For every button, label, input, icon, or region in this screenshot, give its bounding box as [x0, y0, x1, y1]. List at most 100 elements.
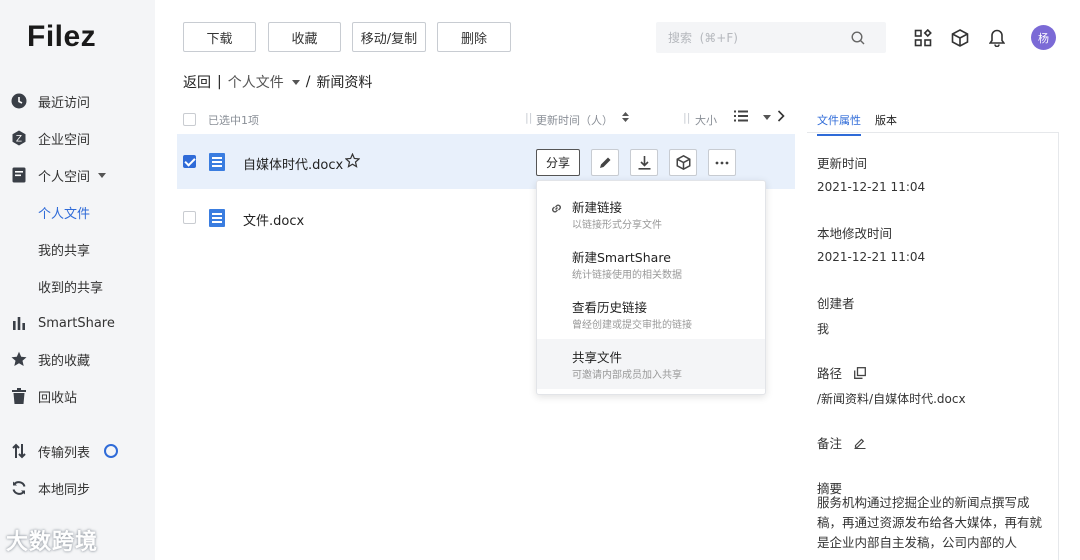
menu-item-title: 新建链接 — [572, 200, 623, 215]
sidebar-item-label: 收到的共享 — [38, 280, 104, 296]
breadcrumb: 返回 | 个人文件 / 新闻资料 — [183, 72, 378, 92]
menu-item-share-file[interactable]: 共享文件 可邀请内部成员加入共享 — [537, 339, 765, 389]
list-view-icon[interactable] — [734, 110, 748, 125]
sidebar-item-label: 我的共享 — [38, 243, 91, 259]
sidebar-item-personal-files[interactable]: 个人文件 — [0, 195, 155, 229]
trash-icon — [10, 387, 28, 405]
enterprise-icon: Z — [10, 129, 28, 147]
sidebar-item-label: 个人文件 — [38, 206, 91, 222]
share-dropdown-menu: 新建链接 以链接形式分享文件 新建SmartShare 统计链接使用的相关数据 … — [536, 180, 766, 395]
menu-item-title: 共享文件 — [572, 350, 623, 365]
menu-item-desc: 曾经创建或提交审批的链接 — [572, 320, 692, 331]
file-properties-panel: 文件属性 版本 更新时间 2021-12-21 11:04 本地修改时间 202… — [807, 100, 1080, 560]
chevron-down-icon[interactable] — [763, 115, 771, 120]
app-logo: Filez — [27, 20, 97, 53]
share-button[interactable]: 分享 — [536, 149, 580, 176]
sidebar-item-smartshare[interactable]: SmartShare — [0, 306, 155, 340]
transfer-icon — [10, 442, 28, 460]
edit-pencil-icon[interactable] — [854, 437, 866, 449]
svg-text:Z: Z — [16, 135, 22, 145]
column-divider: || — [525, 111, 533, 124]
docx-file-icon — [209, 153, 225, 171]
sidebar-item-transfer-list[interactable]: 传输列表 — [0, 434, 155, 468]
sidebar-item-label: 回收站 — [38, 390, 78, 406]
docx-file-icon — [209, 209, 225, 227]
pencil-icon — [599, 156, 612, 169]
column-divider: || — [683, 111, 691, 124]
chevron-down-icon[interactable] — [291, 79, 300, 85]
bell-icon[interactable] — [986, 27, 1008, 49]
download-icon — [638, 155, 651, 170]
sidebar-item-personal-space[interactable]: 个人空间 — [0, 158, 155, 192]
creator-label: 创建者 — [817, 296, 855, 311]
copy-icon[interactable] — [854, 366, 866, 379]
menu-item-new-link[interactable]: 新建链接 以链接形式分享文件 — [537, 189, 765, 239]
more-dots-icon — [715, 161, 729, 165]
sidebar-item-recycle-bin[interactable]: 回收站 — [0, 379, 155, 413]
delete-button[interactable]: 删除 — [437, 22, 511, 52]
search-box — [656, 22, 886, 53]
local-modified-value: 2021-12-21 11:04 — [817, 250, 926, 264]
download-file-button[interactable] — [630, 149, 658, 176]
divider — [1058, 132, 1059, 560]
download-button[interactable]: 下载 — [183, 22, 256, 52]
menu-item-new-smartshare[interactable]: 新建SmartShare 统计链接使用的相关数据 — [537, 239, 765, 289]
clock-icon — [10, 92, 28, 110]
sidebar-item-label: 传输列表 — [38, 445, 91, 461]
sidebar-item-received-shares[interactable]: 收到的共享 — [0, 269, 155, 303]
sidebar-item-label: SmartShare — [38, 315, 115, 331]
breadcrumb-separator: | — [217, 74, 222, 90]
sidebar-item-label: 个人空间 — [38, 169, 91, 185]
favorite-button[interactable]: 收藏 — [268, 22, 341, 52]
breadcrumb-parent[interactable]: 个人文件 — [228, 72, 284, 92]
menu-item-view-history-links[interactable]: 查看历史链接 曾经创建或提交审批的链接 — [537, 289, 765, 339]
sort-icon[interactable] — [622, 112, 629, 125]
move-copy-button[interactable]: 移动/复制 — [352, 22, 426, 52]
path-value: /新闻资料/自媒体时代.docx — [817, 392, 966, 406]
sidebar-item-local-sync[interactable]: 本地同步 — [0, 471, 155, 505]
row-checkbox[interactable] — [183, 211, 196, 224]
creator-value: 我 — [817, 322, 830, 336]
edit-button[interactable] — [591, 149, 619, 176]
row-checkbox[interactable] — [183, 155, 196, 168]
star-outline-icon[interactable] — [344, 152, 361, 172]
package-file-button[interactable] — [669, 149, 697, 176]
package-icon[interactable] — [949, 27, 971, 49]
apps-grid-icon[interactable] — [912, 27, 934, 49]
search-icon[interactable] — [851, 30, 865, 45]
avatar[interactable]: 杨 — [1031, 25, 1056, 50]
package-icon — [676, 155, 691, 170]
sidebar-item-recent[interactable]: 最近访问 — [0, 84, 155, 118]
menu-item-desc: 可邀请内部成员加入共享 — [572, 370, 682, 381]
file-name[interactable]: 自媒体时代.docx — [243, 154, 343, 173]
summary-text: 服务机构通过挖掘企业的新闻点撰写成稿，再通过资源发布给各大媒体，再有就是企业内部… — [817, 495, 1043, 550]
updated-time-value: 2021-12-21 11:04 — [817, 180, 926, 194]
breadcrumb-slash: / — [305, 74, 311, 90]
search-input[interactable] — [656, 30, 851, 45]
note-label: 备注 — [817, 436, 843, 451]
sidebar-item-my-shares[interactable]: 我的共享 — [0, 232, 155, 266]
column-updated[interactable]: 更新时间（人） — [536, 112, 613, 128]
back-link[interactable]: 返回 — [183, 72, 211, 92]
chevron-down-icon — [98, 172, 107, 178]
sidebar: Filez 最近访问 Z 企业空间 个人空间 个人文件 我的共享 收到的共享 S… — [0, 0, 155, 560]
sidebar-item-label: 我的收藏 — [38, 353, 91, 369]
path-row: 路径 — [817, 363, 866, 382]
sidebar-item-enterprise[interactable]: Z 企业空间 — [0, 121, 155, 155]
chevron-right-icon[interactable] — [777, 110, 785, 125]
breadcrumb-current: 新闻资料 — [316, 75, 373, 91]
sidebar-item-favorites[interactable]: 我的收藏 — [0, 342, 155, 376]
sidebar-item-label: 本地同步 — [38, 482, 91, 498]
updated-time-label: 更新时间 — [817, 156, 868, 171]
note-row: 备注 — [817, 433, 866, 452]
path-label: 路径 — [817, 366, 843, 381]
select-all-checkbox[interactable] — [183, 113, 196, 126]
divider — [807, 132, 1058, 133]
more-button[interactable] — [708, 149, 736, 176]
menu-item-title: 查看历史链接 — [572, 300, 648, 315]
list-header: 已选中1项 || 更新时间（人） || 大小 — [177, 106, 795, 132]
bar-chart-icon — [10, 314, 28, 332]
file-name[interactable]: 文件.docx — [243, 210, 304, 229]
local-modified-label: 本地修改时间 — [817, 226, 893, 241]
column-size[interactable]: 大小 — [695, 112, 717, 128]
